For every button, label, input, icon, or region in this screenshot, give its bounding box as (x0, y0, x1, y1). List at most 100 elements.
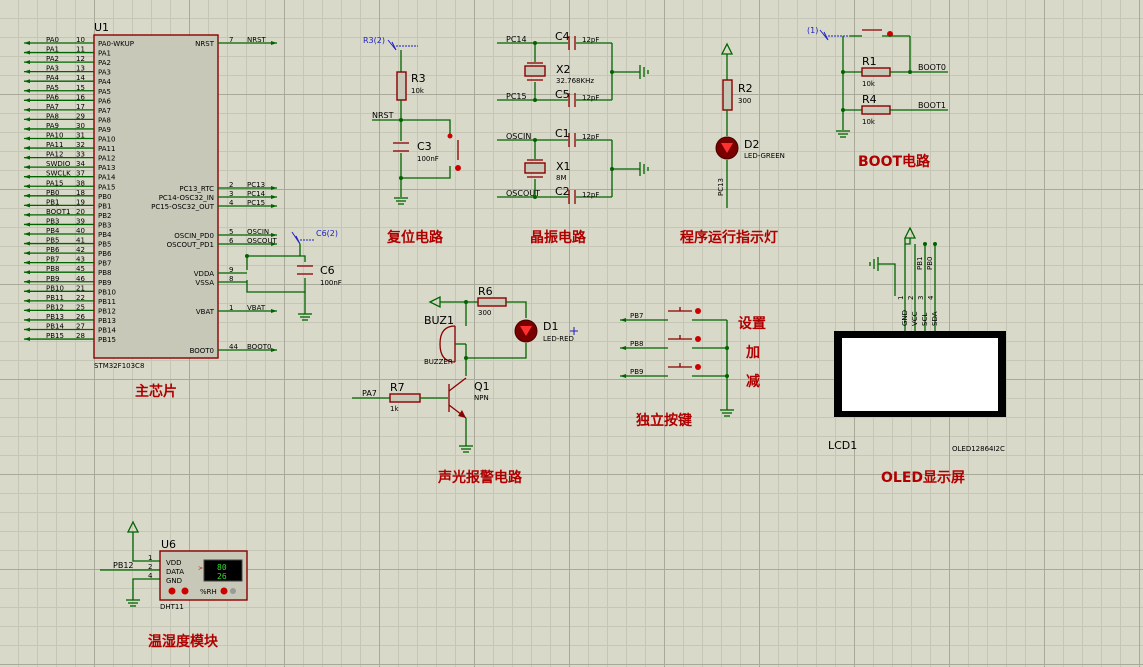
keys-circuit[interactable]: PB7 设置 PB8 加 PB9 减 (620, 307, 766, 417)
section-run-led: 程序运行指示灯 (680, 229, 778, 246)
c3-ref: C3 (417, 140, 432, 153)
mcu-pin-name: PA9 (98, 126, 111, 134)
section-crystal: 晶振电路 (530, 229, 587, 246)
crystal-c2-val: 12pF (582, 191, 599, 199)
oled-part: OLED12864I2C (952, 445, 1005, 453)
crystal-pc15: PC15 (506, 92, 527, 101)
oled-pin-number: 4 (927, 295, 935, 300)
oled-display[interactable]: PB1 PB0 1 GND 2 VCC 3 SCL 4 SDA LCD1 OLED12864I… (828, 226, 1006, 453)
crystal-c5-val: 12pF (582, 94, 599, 102)
dht-pin-gnd: GND (166, 577, 182, 585)
mcu-net-label: PB3 (46, 217, 59, 225)
mcu-net-label: PA9 (46, 122, 59, 130)
mcu-net-label: PB13 (46, 313, 64, 321)
oled-pin-number: 1 (897, 296, 905, 300)
mcu-net-label: BOOT1 (46, 208, 70, 216)
run-led-net: PC13 (717, 178, 725, 196)
boot-r1-val: 10k (862, 80, 876, 88)
mcu-pin-number: 45 (76, 265, 85, 273)
run-led-circuit[interactable]: R2 300 D2 LED-GREEN PC13 (715, 42, 785, 208)
boot-circuit[interactable]: (1) R1 10k R4 10k BOOT0 BOOT1 (807, 26, 948, 138)
dht-button-up[interactable] (181, 587, 189, 595)
mcu-pin-name: PC13_RTC (179, 185, 214, 193)
mcu-pin-number: 21 (76, 284, 85, 292)
key-function-label: 加 (745, 345, 760, 361)
q1-ref: Q1 (474, 380, 490, 393)
mcu-pin-number: 30 (76, 122, 85, 130)
mcu-pin-name: PA6 (98, 97, 112, 105)
mcu-pin-name: VDDA (194, 270, 214, 278)
mcu-pin-name: PB13 (98, 317, 116, 325)
mcu-net-label: PA5 (46, 84, 59, 92)
mcu-pin-number: 27 (76, 323, 85, 331)
boot-net-boot0: BOOT0 (918, 63, 946, 72)
key-button-knob[interactable] (695, 364, 701, 370)
oled-ref: LCD1 (828, 439, 857, 452)
reset-probe: R3(2) (363, 36, 385, 45)
mcu-pin-name: PB12 (98, 307, 116, 315)
dht-pin2-num: 2 (148, 563, 152, 571)
mcu-pin-name: PA12 (98, 155, 115, 163)
mcu-pin-name: PA4 (98, 78, 112, 86)
oled-pin-name: VCC (911, 311, 919, 326)
key-button-knob[interactable] (695, 336, 701, 342)
mcu-pin-name: VSSA (195, 279, 214, 287)
mcu-pin-name: PB3 (98, 221, 111, 229)
crystal-circuit[interactable]: PC14 C4 12pF PC15 C5 12pF X2 32.768KHz O… (497, 30, 649, 204)
dht-button-rh-up[interactable] (230, 588, 236, 594)
mcu-pin-number: 18 (76, 189, 85, 197)
dht-button-down[interactable] (168, 587, 176, 595)
boot-r4: R4 (862, 93, 877, 106)
reset-circuit[interactable]: R3(2) R3 10k NRST C3 100nF (363, 36, 461, 205)
mcu-net-label: PB15 (46, 332, 64, 340)
mcu-pin-name: PB14 (98, 327, 116, 335)
mcu-pin-number: 17 (76, 103, 85, 111)
mcu-net-label: PB6 (46, 246, 60, 254)
schematic-svg: U1 STM32F103C8 PA0 10 PA0-WKUPPA1 11 PA1PA2 1… (24, 21, 1006, 650)
mcu-net-label: PA4 (46, 74, 60, 82)
mcu-net-label: PA3 (46, 65, 59, 73)
c6-value: 100nF (320, 279, 342, 287)
mcu-pin-name: PB1 (98, 202, 111, 210)
crystal-x2-val: 32.768KHz (556, 77, 594, 85)
oled-pin-number: 2 (907, 296, 915, 300)
r2-ref: R2 (738, 82, 753, 95)
crystal-x1-val: 8M (556, 174, 567, 182)
section-temp-hum: 温湿度模块 (148, 633, 219, 650)
mcu-pin-number: 28 (76, 332, 85, 340)
dht-button-rh-down[interactable] (220, 587, 228, 595)
mcu-net-label: PA7 (46, 103, 59, 111)
mcu-pin-number: 40 (76, 227, 85, 235)
mcu-net-label: PA1 (46, 46, 59, 54)
key-net-label: PB9 (630, 368, 643, 376)
crystal-c1: C1 (555, 127, 570, 140)
mcu-pin-name: PA3 (98, 69, 111, 77)
r6-ref: R6 (478, 285, 493, 298)
mcu-net-label: VBAT (247, 304, 266, 312)
key-button-knob[interactable] (695, 308, 701, 314)
mcu-net-label: PC13 (247, 181, 265, 189)
mcu-pin-number: 1 (229, 304, 233, 312)
crystal-x1: X1 (556, 160, 571, 173)
mcu-net-label: PB10 (46, 284, 64, 292)
mcu-part: STM32F103C8 (94, 362, 144, 370)
mcu-net-label: PB0 (46, 189, 59, 197)
mcu-pin-number: 29 (76, 112, 85, 120)
alarm-circuit[interactable]: R6 300 D1 LED-RED BUZ1 BUZZER PA7 R7 1k … (352, 285, 578, 453)
mcu-net-label: SWDIO (46, 160, 71, 168)
crystal-x2: X2 (556, 63, 571, 76)
mcu-net-label: PC15 (247, 199, 265, 207)
mcu-net-label: PA11 (46, 141, 63, 149)
alarm-net-pa7: PA7 (362, 389, 377, 398)
schematic-canvas[interactable]: U1 STM32F103C8 PA0 10 PA0-WKUP PA1 11 PA1 PA2 1… (0, 0, 1143, 667)
mcu-pin-name: OSCOUT_PD1 (167, 241, 214, 249)
mcu-pin-number: 46 (76, 275, 85, 283)
oled-net-pb1: PB1 (916, 257, 924, 270)
dht-part: DHT11 (160, 603, 184, 611)
r3-value: 10k (411, 87, 425, 95)
mcu-u1[interactable]: U1 STM32F103C8 PA0 10 PA0-WKUPPA1 11 PA1PA2 1… (24, 21, 277, 370)
dht11-module[interactable]: PB12 U6 DHT11 1 2 4 VDD DATA GND 80 26 >… (100, 520, 248, 611)
mcu-pin-name: PA11 (98, 145, 115, 153)
mcu-pin-name: PB5 (98, 241, 111, 249)
mcu-net-label: PA2 (46, 55, 59, 63)
